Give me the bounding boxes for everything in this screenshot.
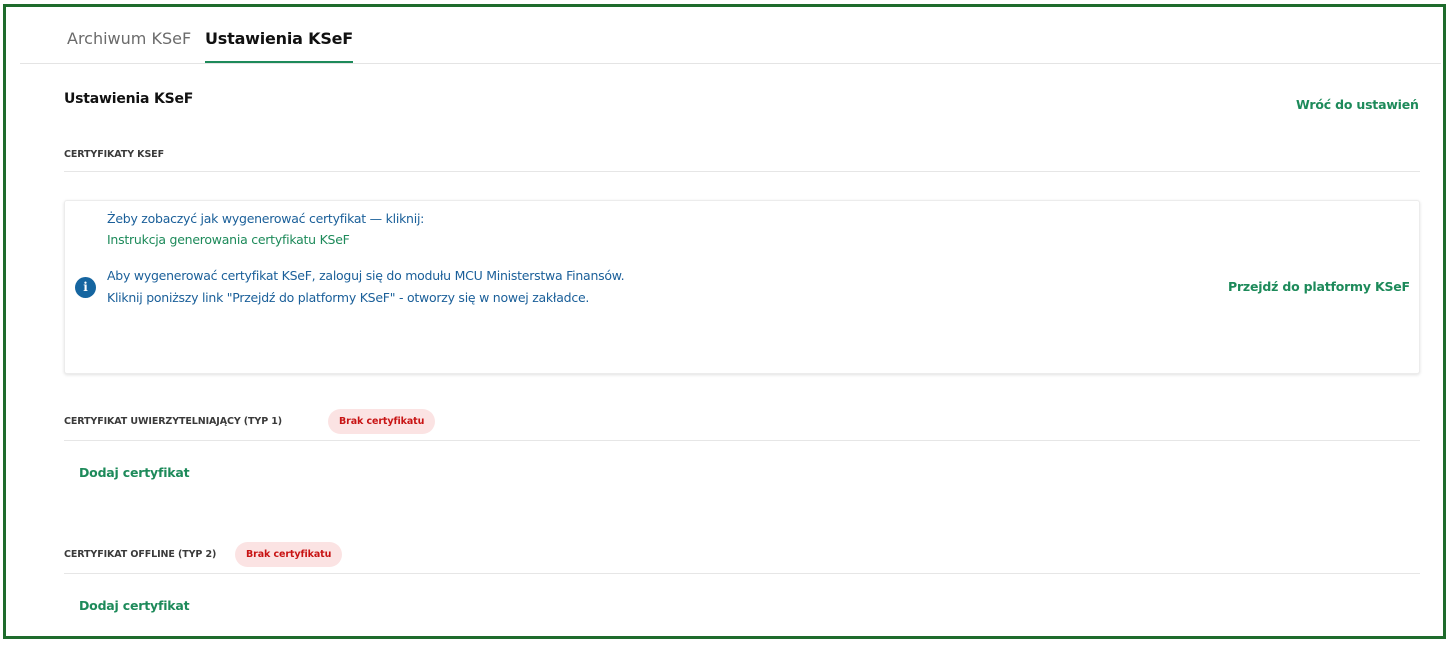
cert-offline-status-badge: Brak certyfikatu [235,542,343,567]
instruction-link[interactable]: Instrukcja generowania certyfikatu KSeF [107,232,350,247]
info-icon: i [75,277,96,298]
page-frame: Archiwum KSeF Ustawienia KSeF Ustawienia… [3,4,1446,639]
go-to-ksef-platform-link[interactable]: Przejdź do platformy KSeF [1228,279,1410,294]
certs-section-header: CERTYFIKATY KSEF [64,147,1420,172]
add-cert-auth-button[interactable]: Dodaj certyfikat [79,465,190,480]
info-card: i Żeby zobaczyć jak wygenerować certyfik… [64,200,1420,374]
info-line-3: Aby wygenerować certyfikat KSeF, zaloguj… [107,268,625,283]
info-line-4: Kliknij poniższy link "Przejdź do platfo… [107,290,590,305]
certs-section-title: CERTYFIKATY KSEF [64,149,164,160]
cert-auth-section-header: CERTYFIKAT UWIERZYTELNIAJĄCY (TYP 1) Bra… [64,407,1420,441]
cert-offline-section-header: CERTYFIKAT OFFLINE (TYP 2) Brak certyfik… [64,540,1420,574]
add-cert-offline-button[interactable]: Dodaj certyfikat [79,598,190,613]
page-title: Ustawienia KSeF [64,91,194,107]
cert-auth-title: CERTYFIKAT UWIERZYTELNIAJĄCY (TYP 1) [64,416,283,427]
cert-offline-title: CERTYFIKAT OFFLINE (TYP 2) [64,549,217,560]
info-line-1: Żeby zobaczyć jak wygenerować certyfikat… [107,211,425,226]
cert-auth-status-badge: Brak certyfikatu [328,409,436,434]
tab-archiwum-ksef[interactable]: Archiwum KSeF [67,29,191,61]
tab-bar: Archiwum KSeF Ustawienia KSeF [20,7,1441,64]
back-to-settings-link[interactable]: Wróć do ustawień [1296,97,1419,112]
tab-ustawienia-ksef[interactable]: Ustawienia KSeF [205,29,353,63]
